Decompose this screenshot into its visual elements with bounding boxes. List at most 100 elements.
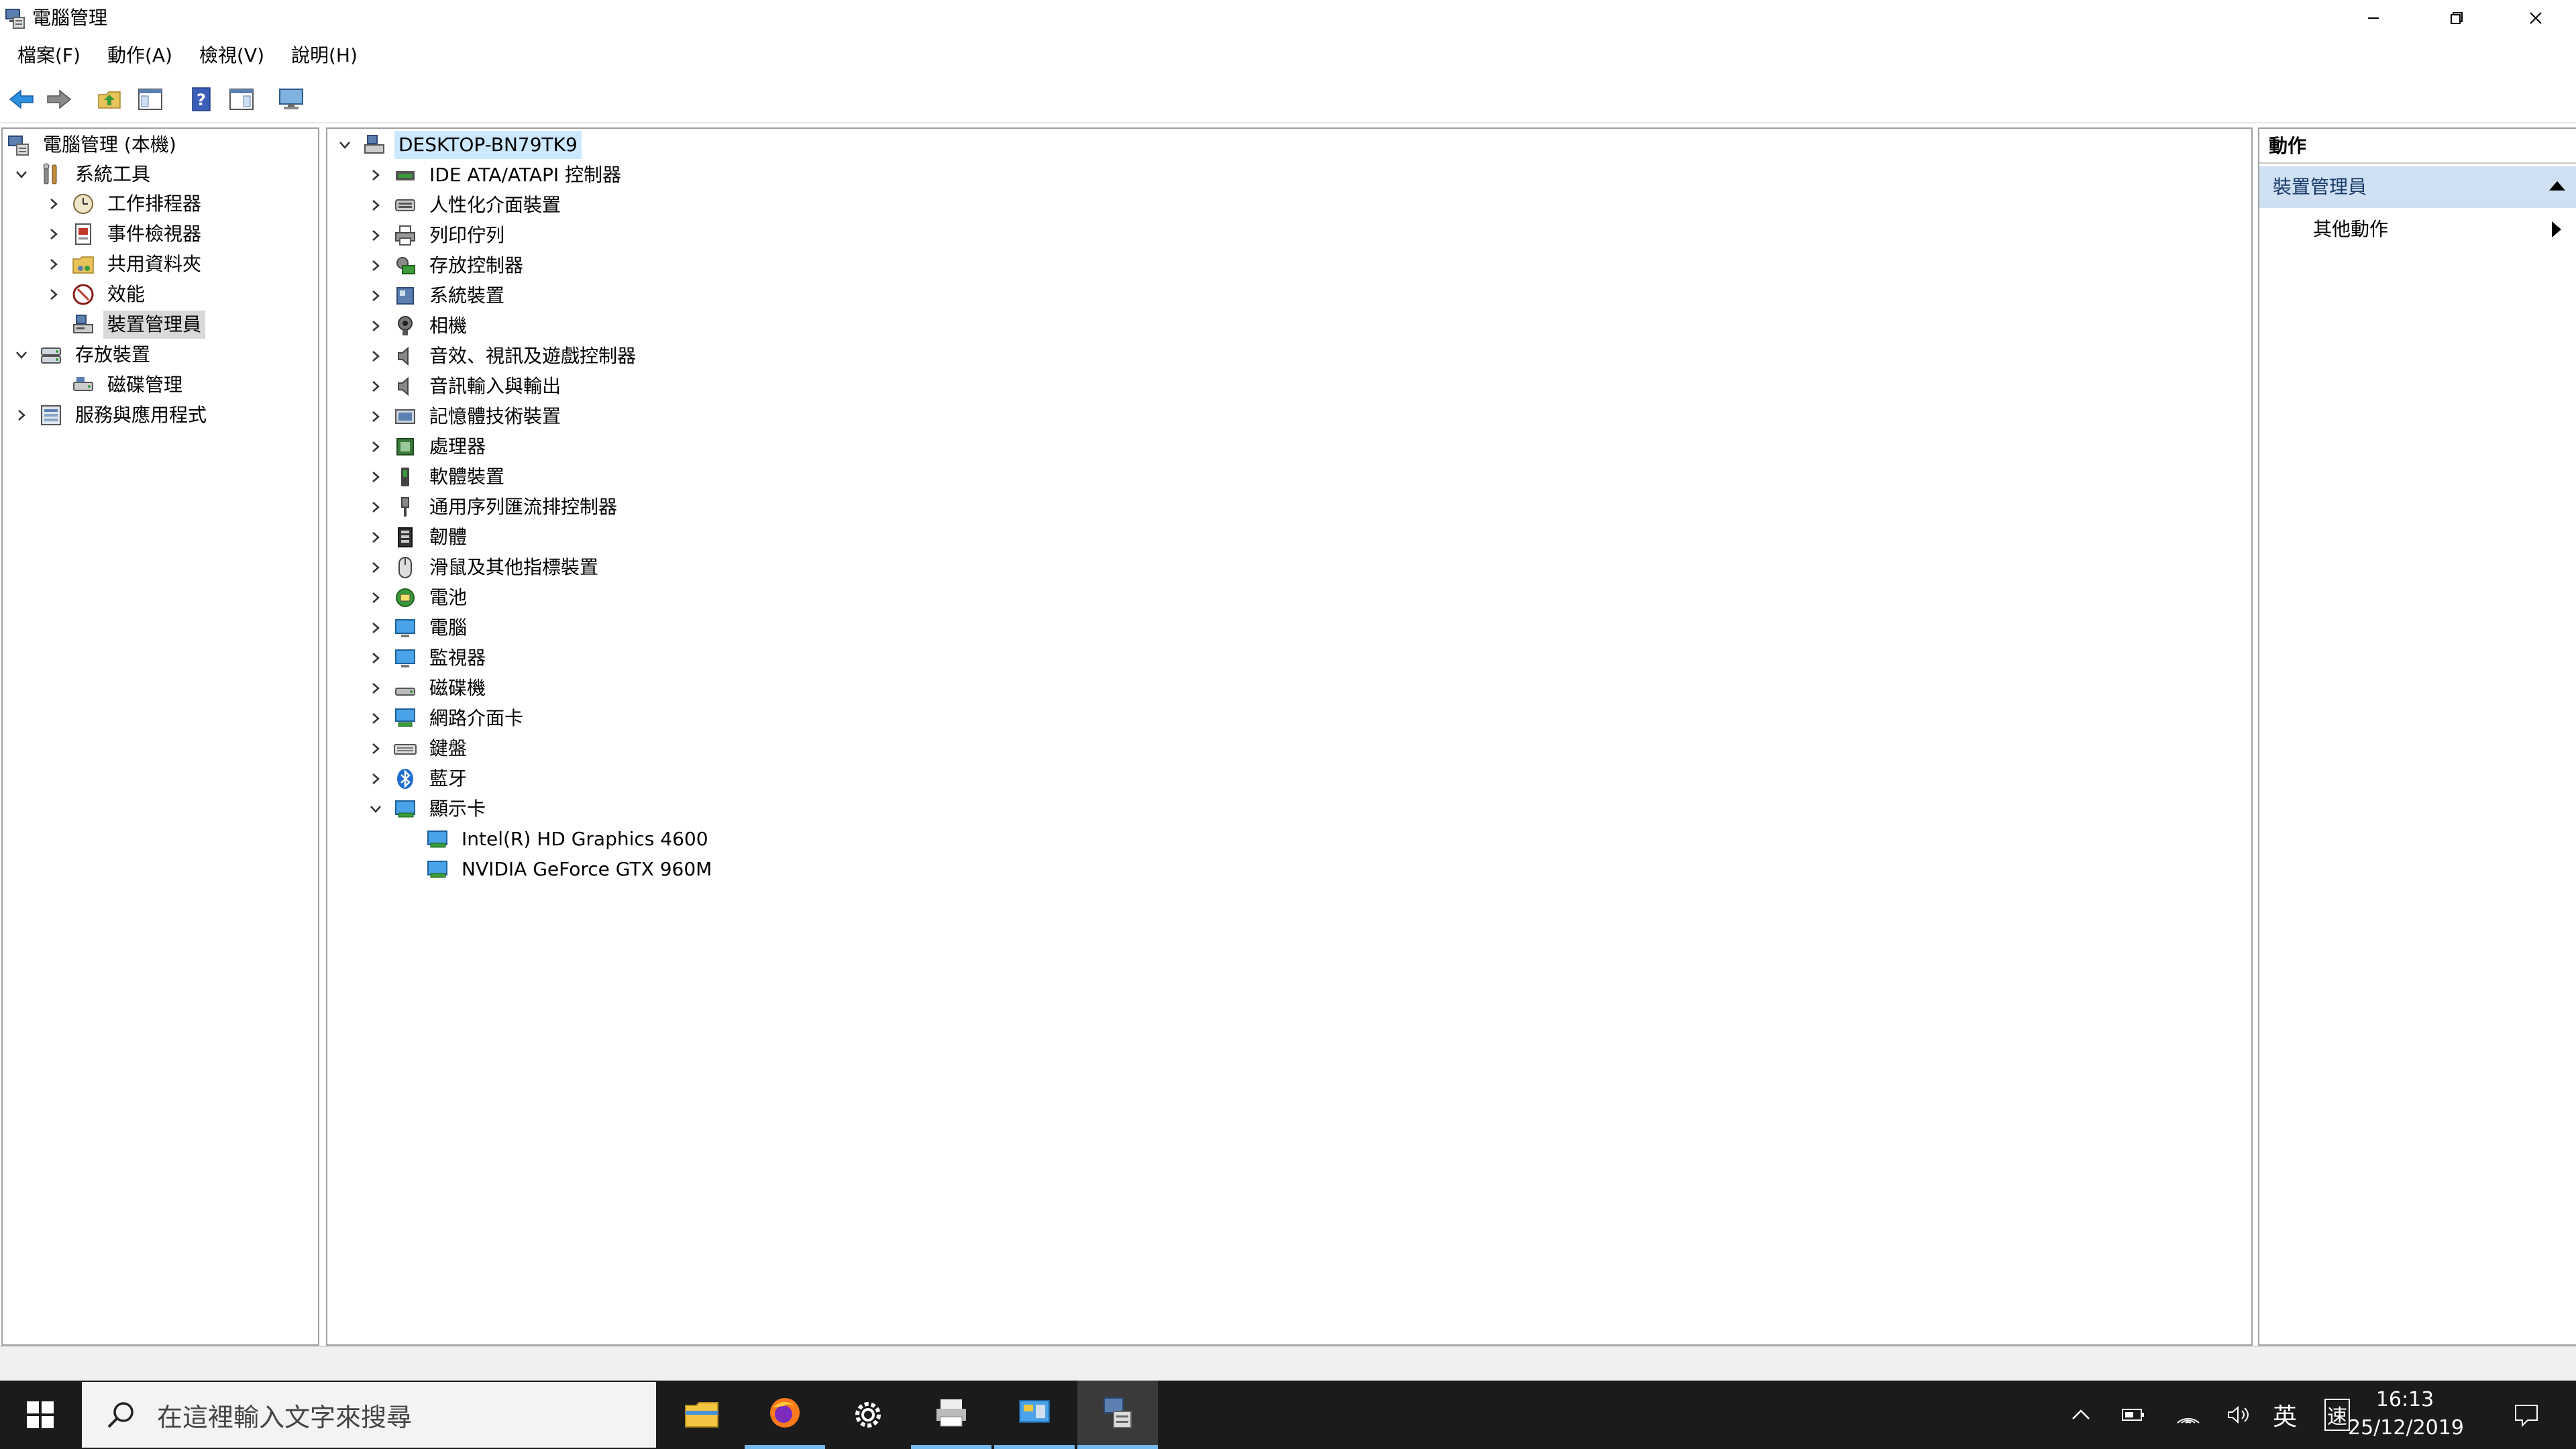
up-one-level-button[interactable] <box>94 83 126 115</box>
forward-button[interactable] <box>43 83 75 115</box>
show-hide-console-tree-button[interactable] <box>134 83 166 115</box>
tree-item-disk-management[interactable]: 磁碟管理 <box>71 370 186 400</box>
device-category-network-adapters[interactable]: 網路介面卡 <box>366 704 527 733</box>
forward-arrow-icon <box>47 89 72 109</box>
chevron-down-icon[interactable] <box>366 800 385 818</box>
device-category-print-queue[interactable]: 列印佇列 <box>366 221 508 250</box>
chevron-right-icon[interactable] <box>366 347 385 366</box>
chevron-right-icon[interactable] <box>44 195 63 213</box>
chevron-right-icon[interactable] <box>366 619 385 637</box>
device-tree-root[interactable]: DESKTOP-BN79TK9 <box>335 130 582 160</box>
device-category-software-devices[interactable]: 軟體裝置 <box>366 462 508 492</box>
device-category-keyboards[interactable]: 鍵盤 <box>366 734 471 763</box>
device-category-storage-controllers[interactable]: 存放控制器 <box>366 251 527 280</box>
scan-hardware-button[interactable] <box>275 83 307 115</box>
device-category-disk-drives[interactable]: 磁碟機 <box>366 674 490 703</box>
tree-item-performance[interactable]: 效能 <box>44 280 149 309</box>
taskbar-search-box[interactable]: 在這裡輸入文字來搜尋 <box>82 1382 656 1448</box>
device-category-display-adapters[interactable]: 顯示卡 <box>366 794 490 824</box>
device-category-processors[interactable]: 處理器 <box>366 432 490 462</box>
event-log-icon <box>71 222 95 246</box>
chevron-right-icon[interactable] <box>366 588 385 607</box>
device-category-batteries[interactable]: 電池 <box>366 583 471 612</box>
chevron-right-icon[interactable] <box>366 377 385 396</box>
chevron-right-icon[interactable] <box>366 468 385 486</box>
device-category-computer[interactable]: 電腦 <box>366 613 471 643</box>
chevron-right-icon[interactable] <box>366 498 385 517</box>
tree-item-task-scheduler[interactable]: 工作排程器 <box>44 189 205 219</box>
help-button[interactable]: ? <box>185 83 217 115</box>
show-hidden-icons-button[interactable] <box>2062 1381 2100 1449</box>
taskbar-app-firefox[interactable] <box>745 1381 825 1449</box>
tree-item-device-manager[interactable]: 裝置管理員 <box>71 310 206 339</box>
chevron-right-icon[interactable] <box>366 528 385 547</box>
device-category-system-devices[interactable]: 系統裝置 <box>366 281 508 311</box>
menu-view[interactable]: 檢視(V) <box>190 38 274 74</box>
device-item-nvidia-gtx-960m[interactable]: NVIDIA GeForce GTX 960M <box>425 855 716 884</box>
chevron-down-icon[interactable] <box>12 345 31 364</box>
chevron-right-icon[interactable] <box>12 406 31 425</box>
taskbar-clock[interactable]: 16:13 25/12/2019 <box>2348 1386 2464 1442</box>
menu-help[interactable]: 說明(H) <box>282 38 367 74</box>
chevron-down-icon[interactable] <box>12 165 31 184</box>
tree-item-event-viewer[interactable]: 事件檢視器 <box>44 219 205 249</box>
tree-item-services-apps[interactable]: 服務與應用程式 <box>12 400 211 430</box>
chevron-right-icon[interactable] <box>366 558 385 577</box>
ime-language-indicator[interactable]: 英 <box>2265 1381 2305 1449</box>
chevron-right-icon[interactable] <box>366 437 385 456</box>
taskbar-app-printer[interactable] <box>911 1381 991 1449</box>
restore-button[interactable] <box>2418 0 2496 36</box>
notification-center-button[interactable] <box>2500 1381 2553 1449</box>
back-button[interactable] <box>5 83 38 115</box>
chevron-right-icon[interactable] <box>44 285 63 304</box>
device-category-sound-video-game[interactable]: 音效、視訊及遊戲控制器 <box>366 341 640 371</box>
close-button[interactable] <box>2497 0 2575 36</box>
chevron-right-icon[interactable] <box>366 256 385 275</box>
taskbar-app-file-explorer[interactable] <box>661 1381 742 1449</box>
network-status-button[interactable] <box>2168 1381 2208 1449</box>
volume-button[interactable] <box>2219 1381 2259 1449</box>
chevron-right-icon[interactable] <box>366 196 385 215</box>
chevron-right-icon[interactable] <box>366 317 385 335</box>
battery-status-button[interactable] <box>2113 1381 2153 1449</box>
chevron-right-icon[interactable] <box>44 255 63 274</box>
device-category-bluetooth[interactable]: 藍牙 <box>366 764 471 794</box>
collapse-up-icon[interactable] <box>2549 181 2565 191</box>
more-actions-item[interactable]: 其他動作 <box>2313 212 2568 247</box>
chevron-right-icon[interactable] <box>366 679 385 698</box>
device-category-ide[interactable]: IDE ATA/ATAPI 控制器 <box>366 160 625 190</box>
tree-item-computer-management[interactable]: 電腦管理 (本機) <box>7 130 180 160</box>
minimize-button[interactable] <box>2334 0 2412 36</box>
chevron-right-icon[interactable] <box>366 407 385 426</box>
show-hide-action-pane-button[interactable] <box>225 83 258 115</box>
device-category-firmware[interactable]: 韌體 <box>366 523 471 552</box>
chevron-right-icon[interactable] <box>366 649 385 667</box>
tree-item-storage[interactable]: 存放裝置 <box>12 340 154 370</box>
chevron-right-icon[interactable] <box>366 709 385 728</box>
chevron-down-icon[interactable] <box>335 136 354 154</box>
device-category-monitors[interactable]: 監視器 <box>366 643 490 673</box>
chevron-right-icon[interactable] <box>366 739 385 758</box>
device-category-hid[interactable]: 人性化介面裝置 <box>366 191 565 220</box>
menu-file[interactable]: 檔案(F) <box>8 38 90 74</box>
taskbar-app-computer-management[interactable] <box>1077 1381 1158 1449</box>
chevron-right-icon[interactable] <box>366 226 385 245</box>
taskbar-app-control-panel[interactable] <box>994 1381 1075 1449</box>
tree-item-shared-folders[interactable]: 共用資料夾 <box>44 250 205 279</box>
menu-action[interactable]: 動作(A) <box>98 38 182 74</box>
device-category-audio-io[interactable]: 音訊輸入與輸出 <box>366 372 565 401</box>
start-button[interactable] <box>0 1381 80 1449</box>
tree-item-system-tools[interactable]: 系統工具 <box>12 160 154 189</box>
chevron-right-icon[interactable] <box>366 769 385 788</box>
device-category-cameras[interactable]: 相機 <box>366 311 471 341</box>
taskbar-app-settings[interactable] <box>828 1381 908 1449</box>
device-category-mice[interactable]: 滑鼠及其他指標裝置 <box>366 553 602 582</box>
actions-section-device-manager[interactable]: 裝置管理員 <box>2259 166 2576 208</box>
chevron-right-icon[interactable] <box>44 225 63 244</box>
device-item-intel-hd-graphics[interactable]: Intel(R) HD Graphics 4600 <box>425 824 712 854</box>
chevron-right-icon[interactable] <box>366 166 385 184</box>
device-category-memory-tech[interactable]: 記憶體技術裝置 <box>366 402 565 431</box>
chevron-right-icon[interactable] <box>366 286 385 305</box>
help-icon: ? <box>192 87 211 111</box>
device-category-usb-controllers[interactable]: 通用序列匯流排控制器 <box>366 492 621 522</box>
